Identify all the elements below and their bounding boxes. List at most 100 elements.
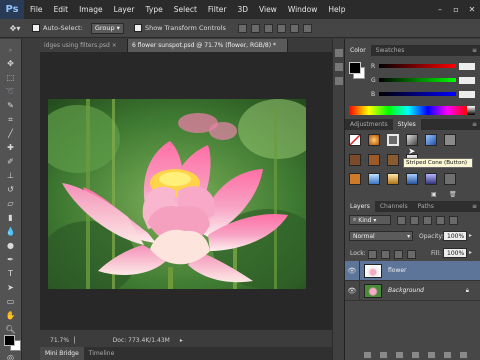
slider-r[interactable]: R [371, 62, 475, 70]
tab-swatches[interactable]: Swatches [371, 45, 410, 56]
quick-mask-icon[interactable]: ◎ [5, 352, 16, 360]
lasso-tool-icon[interactable]: ➰ [5, 86, 16, 97]
panel-menu-icon[interactable]: ≡ [472, 45, 480, 56]
hand-tool-icon[interactable]: ✋ [5, 310, 16, 321]
lock-position-icon[interactable] [394, 250, 403, 259]
opacity-input[interactable]: 100% [443, 231, 467, 241]
style-swatch-4[interactable] [406, 134, 418, 146]
status-menu-icon[interactable]: ▸ [180, 337, 183, 344]
tab-paths[interactable]: Paths [413, 201, 439, 212]
shape-tool-icon[interactable]: ▭ [5, 296, 16, 307]
color-spectrum-ramp[interactable] [349, 106, 467, 115]
tab-channels[interactable]: Channels [375, 201, 413, 212]
tab-timeline[interactable]: Timeline [84, 347, 120, 360]
style-swatch-16[interactable] [444, 173, 456, 185]
path-select-tool-icon[interactable]: ➤ [5, 282, 16, 293]
properties-panel-icon[interactable] [335, 63, 343, 71]
filter-smart-icon[interactable] [449, 216, 458, 225]
align-center-icon[interactable] [289, 23, 299, 33]
tab-document-active[interactable]: 6 flower sunspot.psd @ 71.7% (flower, RG… [128, 39, 288, 52]
align-left-icon[interactable] [276, 23, 286, 33]
lock-transparent-icon[interactable] [368, 250, 377, 259]
menu-edit[interactable]: Edit [54, 5, 69, 14]
style-swatch-2[interactable] [368, 134, 380, 146]
align-middle-icon[interactable] [250, 23, 260, 33]
delete-layer-icon[interactable] [460, 352, 467, 358]
filter-type-icon[interactable] [423, 216, 432, 225]
filter-shape-icon[interactable] [436, 216, 445, 225]
maximize-button[interactable]: ▫ [448, 0, 464, 19]
filter-adjustment-icon[interactable] [410, 216, 419, 225]
menu-type[interactable]: Type [146, 5, 163, 14]
info-panel-icon[interactable] [335, 77, 343, 85]
tab-styles[interactable]: Styles [392, 119, 421, 130]
filter-pixel-icon[interactable] [397, 216, 406, 225]
eraser-tool-icon[interactable]: ▱ [5, 198, 16, 209]
crop-tool-icon[interactable]: ⌗ [5, 114, 16, 125]
align-bottom-icon[interactable] [263, 23, 273, 33]
align-top-icon[interactable] [237, 23, 247, 33]
style-swatch-11[interactable] [349, 173, 361, 185]
style-swatch-3[interactable] [387, 134, 399, 146]
fill-arrow-icon[interactable]: ▸ [469, 249, 472, 256]
blur-tool-icon[interactable]: 💧 [5, 226, 16, 237]
new-group-icon[interactable] [428, 352, 435, 358]
foreground-color-swatch[interactable] [4, 335, 15, 346]
styles-menu-icon[interactable]: ≡ [472, 119, 480, 130]
adjustment-layer-icon[interactable] [412, 352, 419, 358]
menu-view[interactable]: View [259, 5, 277, 14]
type-tool-icon[interactable]: T [5, 268, 16, 279]
quick-select-tool-icon[interactable]: ✎ [5, 100, 16, 111]
minimize-button[interactable]: – [432, 0, 448, 19]
menu-help[interactable]: Help [328, 5, 345, 14]
styles-trash-icon[interactable]: 🗑︎ [449, 191, 457, 198]
style-swatch-9[interactable] [387, 154, 399, 166]
style-swatch-5[interactable] [425, 134, 437, 146]
brush-tool-icon[interactable]: ✐ [5, 156, 16, 167]
auto-select-checkbox[interactable] [32, 24, 40, 32]
style-swatch-6[interactable] [444, 134, 456, 146]
style-swatch-12[interactable] [368, 173, 380, 185]
layer-style-icon[interactable] [380, 352, 387, 358]
blend-mode-select[interactable]: Normal ▾ [349, 231, 413, 241]
slider-r-track[interactable] [379, 64, 456, 68]
zoom-tool-icon[interactable]: 🔍︎ [5, 324, 16, 335]
fill-input[interactable]: 100% [443, 248, 467, 258]
history-panel-icon[interactable] [335, 49, 343, 57]
style-swatch-13[interactable] [387, 173, 399, 185]
style-swatch-8[interactable] [368, 154, 380, 166]
styles-new-icon[interactable]: ▣ [431, 191, 437, 198]
healing-brush-tool-icon[interactable]: ✚ [5, 142, 16, 153]
tab-mini-bridge[interactable]: Mini Bridge [40, 347, 84, 360]
slider-b-value[interactable] [459, 90, 475, 98]
visibility-eye-icon[interactable]: 👁︎ [345, 287, 359, 295]
style-swatch-15[interactable] [425, 173, 437, 185]
move-tool-icon[interactable]: ✥ [5, 58, 16, 69]
layers-menu-icon[interactable]: ≡ [472, 201, 480, 212]
eyedropper-tool-icon[interactable]: ╱ [5, 128, 16, 139]
color-bw-ramp[interactable] [467, 106, 475, 115]
opacity-arrow-icon[interactable]: ▸ [469, 232, 472, 239]
pen-tool-icon[interactable]: ✒ [5, 254, 16, 265]
menu-layer[interactable]: Layer [114, 5, 135, 14]
flower-image[interactable] [48, 99, 306, 289]
close-button[interactable]: ✕ [464, 0, 480, 19]
menu-filter[interactable]: Filter [208, 5, 227, 14]
slider-b-track[interactable] [379, 92, 456, 96]
visibility-eye-icon[interactable]: 👁︎ [345, 267, 359, 275]
style-none-swatch[interactable] [349, 134, 361, 146]
color-foreground-swatch[interactable] [349, 62, 361, 74]
clone-stamp-tool-icon[interactable]: ⊥ [5, 170, 16, 181]
layer-filter-kind[interactable]: ⌕ Kind ▾ [349, 215, 391, 225]
auto-select-dropdown[interactable]: Group ▾ [90, 22, 124, 34]
link-layers-icon[interactable] [364, 352, 371, 358]
slider-g[interactable]: G [371, 76, 475, 84]
lock-all-icon[interactable] [407, 250, 416, 259]
menu-window[interactable]: Window [288, 5, 318, 14]
align-right-icon[interactable] [302, 23, 312, 33]
menu-3d[interactable]: 3D [237, 5, 248, 14]
layer-name-flower[interactable]: flower [388, 267, 407, 274]
layer-name-background[interactable]: Background [388, 287, 424, 294]
tab-document-1[interactable]: idges using filters.psd × [40, 39, 128, 52]
zoom-level[interactable]: 71.7% [40, 337, 69, 344]
